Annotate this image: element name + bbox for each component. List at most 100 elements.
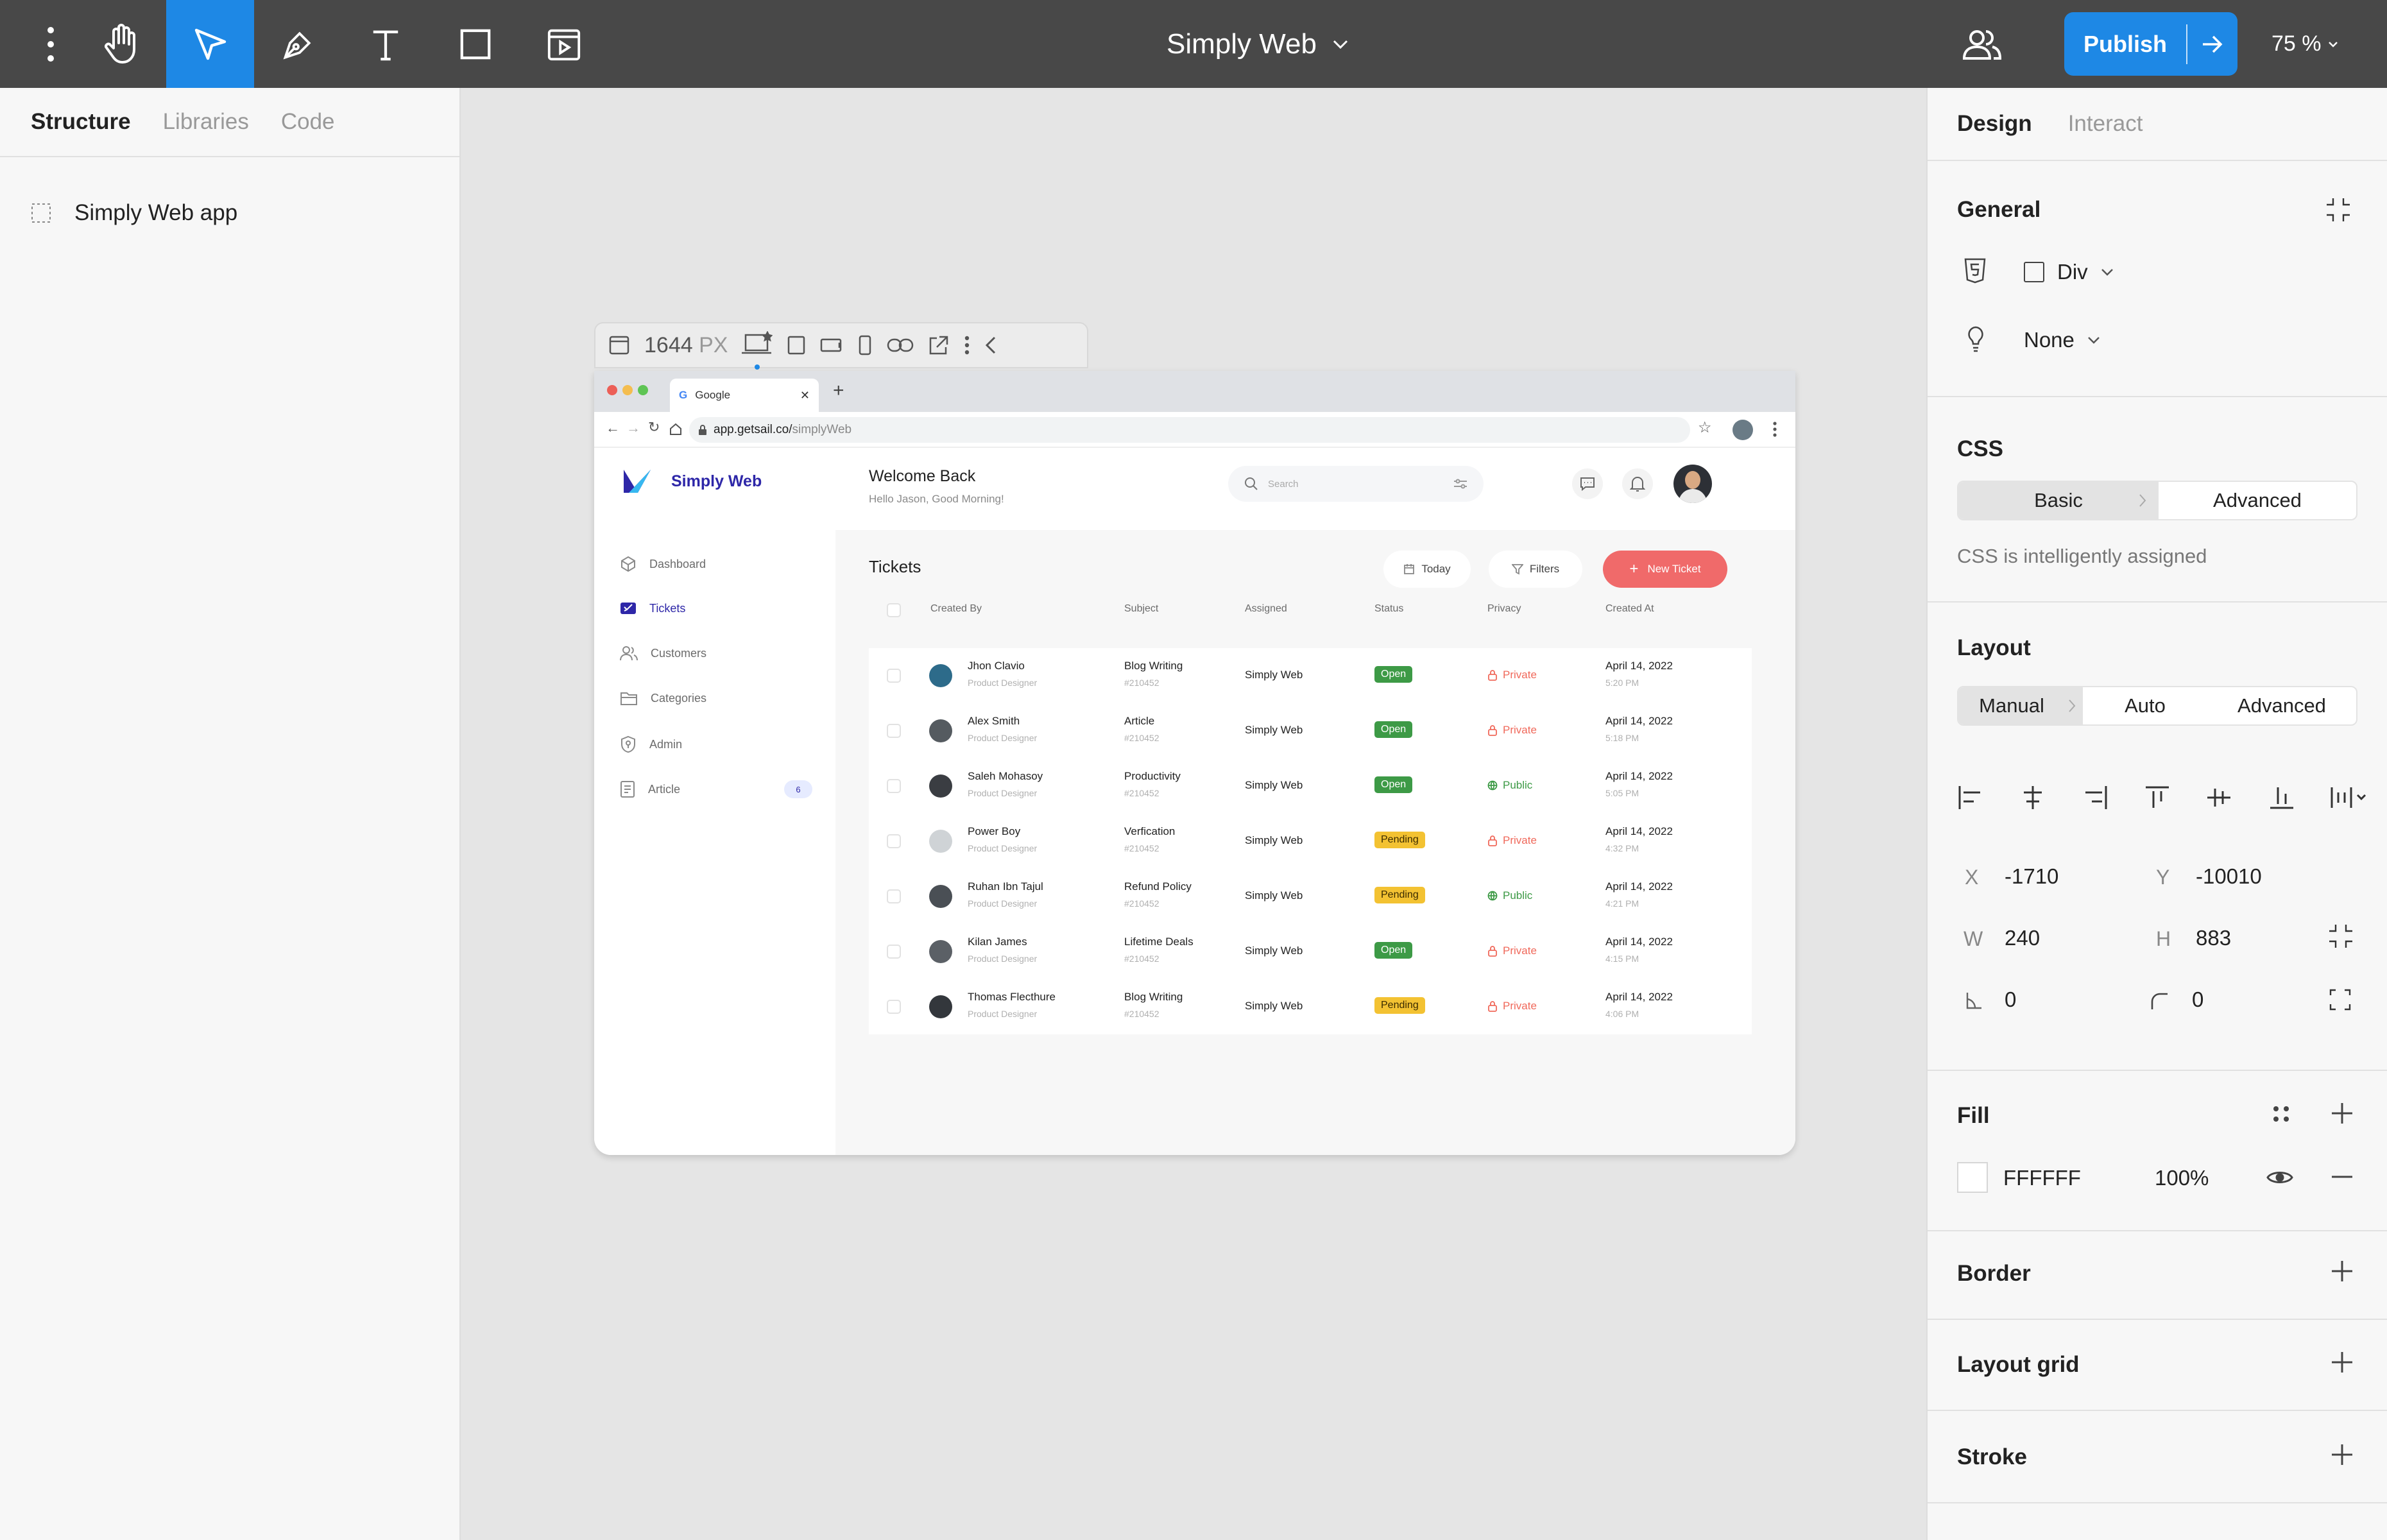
row-checkbox[interactable] [887, 779, 901, 793]
layout-mode-manual[interactable]: Manual [1958, 687, 2083, 724]
document-title-dropdown[interactable]: Simply Web [1091, 0, 1425, 88]
filters-button[interactable]: Filters [1489, 551, 1582, 588]
tab-libraries[interactable]: Libraries [163, 109, 249, 135]
text-tool-icon[interactable] [341, 0, 429, 88]
remove-fill-icon[interactable] [2331, 1175, 2354, 1179]
forward-icon[interactable]: → [626, 420, 640, 436]
collapse-left-icon[interactable] [984, 336, 997, 355]
align-right-icon[interactable] [2083, 785, 2109, 810]
align-left-icon[interactable] [1957, 785, 1983, 810]
align-bottom-icon[interactable] [2269, 785, 2295, 810]
col-created-by[interactable]: Created By [930, 603, 982, 615]
preview-tool-icon[interactable] [520, 0, 608, 88]
constrain-proportions-icon[interactable] [2327, 922, 2355, 950]
align-center-vertical-icon[interactable] [2206, 785, 2232, 810]
tab-design[interactable]: Design [1957, 111, 2032, 137]
select-tool-icon[interactable] [166, 0, 254, 88]
nav-item-dashboard[interactable]: Dashboard [620, 556, 706, 572]
row-checkbox[interactable] [887, 1000, 901, 1014]
fill-color-swatch[interactable] [1957, 1162, 1988, 1193]
tablet-landscape-icon[interactable] [820, 337, 843, 354]
more-vertical-icon[interactable] [964, 335, 970, 355]
row-checkbox[interactable] [887, 724, 901, 738]
rectangle-tool-icon[interactable] [431, 0, 519, 88]
tab-interact[interactable]: Interact [2068, 111, 2143, 137]
independent-corners-icon[interactable] [2329, 989, 2351, 1011]
align-top-icon[interactable] [2144, 785, 2170, 810]
external-link-icon[interactable] [928, 334, 950, 356]
row-checkbox[interactable] [887, 834, 901, 848]
close-tab-icon[interactable]: ✕ [800, 389, 810, 402]
collapse-icon[interactable] [2324, 196, 2352, 224]
back-icon[interactable]: ← [606, 420, 620, 436]
fill-opacity-input[interactable]: 100% [2155, 1166, 2209, 1190]
phone-device-icon[interactable] [857, 335, 873, 355]
element-tag-dropdown[interactable]: Div [2024, 260, 2114, 284]
add-fill-icon[interactable] [2331, 1102, 2354, 1125]
add-border-icon[interactable] [2331, 1260, 2354, 1283]
filter-sliders-icon[interactable] [1453, 477, 1468, 490]
col-subject[interactable]: Subject [1124, 603, 1158, 615]
nav-item-article[interactable]: Article 6 [620, 780, 812, 798]
col-privacy[interactable]: Privacy [1487, 603, 1521, 615]
reload-icon[interactable]: ↻ [648, 419, 660, 436]
app-logo[interactable]: Simply Web [621, 467, 762, 495]
fill-hex-input[interactable]: FFFFFF [2003, 1166, 2081, 1190]
y-input[interactable]: -10010 [2196, 864, 2262, 889]
eye-icon[interactable] [2266, 1168, 2293, 1186]
w-input[interactable]: 240 [2005, 926, 2040, 950]
rotation-input[interactable]: 0 [2005, 988, 2016, 1012]
link-icon[interactable] [887, 337, 914, 354]
col-created-at[interactable]: Created At [1605, 603, 1654, 615]
today-button[interactable]: Today [1383, 551, 1471, 588]
nav-item-customers[interactable]: Customers [620, 646, 706, 661]
home-icon[interactable] [669, 422, 683, 436]
messages-button[interactable] [1572, 468, 1603, 499]
nav-item-tickets[interactable]: Tickets [620, 601, 685, 616]
nav-item-categories[interactable]: Categories [620, 690, 706, 706]
layout-mode-advanced[interactable]: Advanced [2207, 687, 2356, 724]
row-checkbox[interactable] [887, 669, 901, 683]
minimize-window-dot[interactable] [622, 385, 633, 395]
user-avatar[interactable] [1673, 465, 1712, 503]
add-layout-grid-icon[interactable] [2331, 1351, 2354, 1374]
new-tab-icon[interactable]: + [833, 380, 844, 402]
row-checkbox[interactable] [887, 889, 901, 903]
close-window-dot[interactable] [607, 385, 617, 395]
table-row[interactable]: Saleh Mohasoy Product Designer Productivit… [869, 758, 1752, 814]
profile-avatar[interactable] [1733, 420, 1753, 440]
tree-item-simply-web-app[interactable]: Simply Web app [31, 200, 237, 226]
notifications-button[interactable] [1622, 468, 1653, 499]
table-row[interactable]: Alex Smith Product Designer Article #210452… [869, 703, 1752, 758]
zoom-dropdown[interactable]: 75 % [2272, 0, 2338, 88]
layout-mode-auto[interactable]: Auto [2083, 687, 2207, 724]
collaborators-icon[interactable] [1938, 0, 2026, 88]
css-mode-basic[interactable]: Basic [1958, 482, 2159, 519]
window-icon[interactable] [608, 334, 630, 356]
browser-menu-icon[interactable] [1772, 421, 1777, 438]
nav-item-admin[interactable]: Admin [620, 735, 682, 753]
new-ticket-button[interactable]: + New Ticket [1603, 551, 1727, 588]
table-row[interactable]: Ruhan Ibn Tajul Product Designer Refund Po… [869, 869, 1752, 924]
bookmark-star-icon[interactable]: ☆ [1698, 418, 1712, 437]
search-input[interactable]: Search [1228, 466, 1484, 502]
url-field[interactable]: app.getsail.co/simplyWeb [689, 417, 1690, 443]
h-input[interactable]: 883 [2196, 926, 2231, 950]
add-stroke-icon[interactable] [2331, 1443, 2354, 1466]
css-mode-advanced[interactable]: Advanced [2159, 482, 2356, 519]
browser-tab[interactable]: G Google ✕ [670, 379, 819, 412]
frame-width[interactable]: 1644 PX [644, 333, 728, 358]
publish-button[interactable]: Publish [2064, 12, 2237, 76]
maximize-window-dot[interactable] [638, 385, 648, 395]
action-dropdown[interactable]: None [2024, 328, 2100, 352]
x-input[interactable]: -1710 [2005, 864, 2058, 889]
row-checkbox[interactable] [887, 945, 901, 959]
table-row[interactable]: Kilan James Product Designer Lifetime Deal… [869, 924, 1752, 979]
select-all-checkbox[interactable] [887, 603, 901, 617]
hand-tool-icon[interactable] [77, 0, 165, 88]
pen-tool-icon[interactable] [254, 0, 342, 88]
table-row[interactable]: Power Boy Product Designer Verfication #210… [869, 814, 1752, 869]
col-status[interactable]: Status [1374, 603, 1403, 615]
radius-input[interactable]: 0 [2192, 988, 2203, 1012]
tab-code[interactable]: Code [281, 109, 335, 135]
